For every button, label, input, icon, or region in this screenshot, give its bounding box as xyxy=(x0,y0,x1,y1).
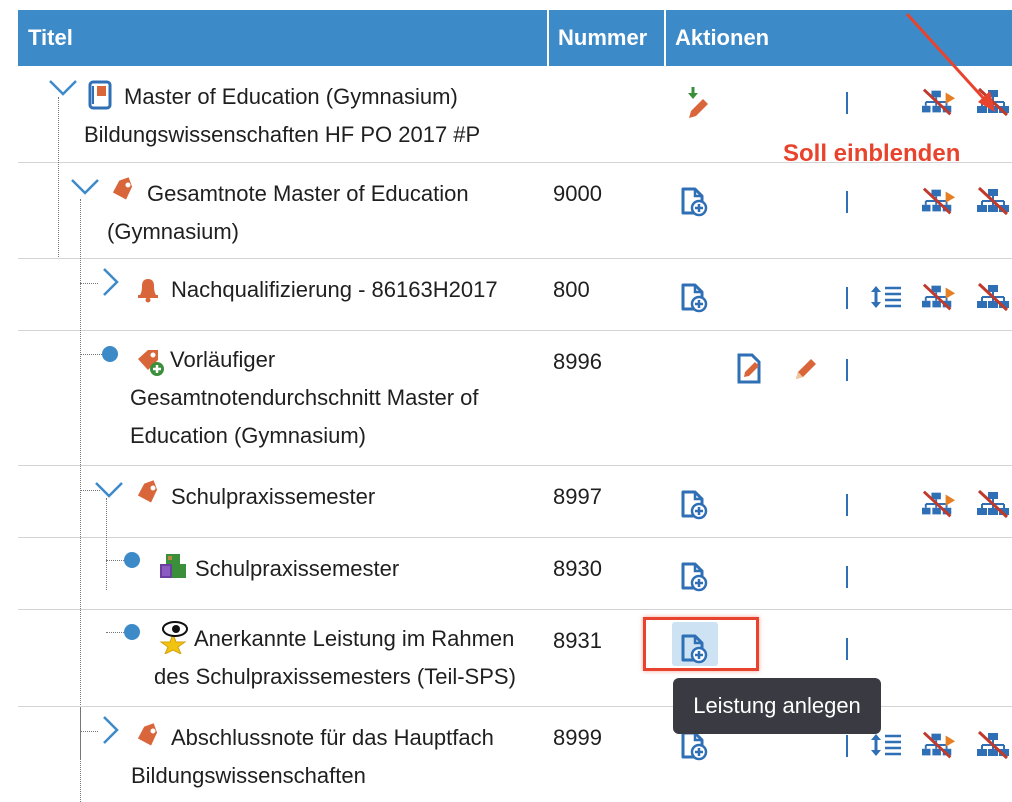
tooltip: Leistung anlegen xyxy=(673,678,881,734)
annotation-label: Soll einblenden xyxy=(783,140,961,167)
